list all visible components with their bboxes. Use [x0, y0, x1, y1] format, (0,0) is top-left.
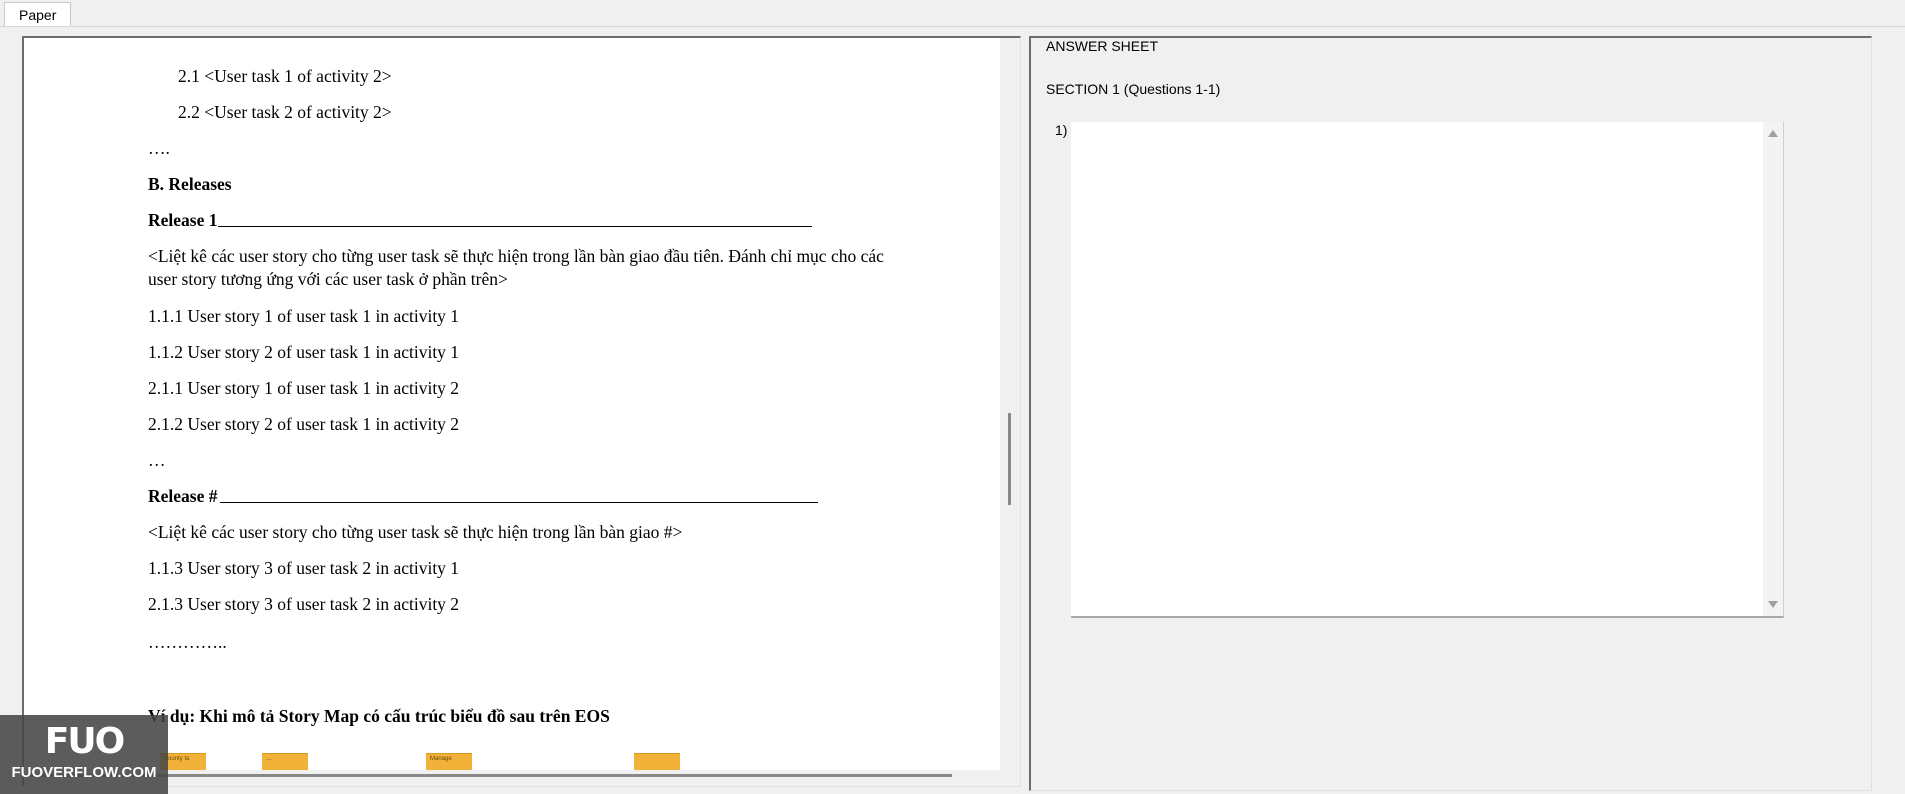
answer-textarea[interactable] [1071, 122, 1784, 618]
doc-line: ………….. [148, 632, 227, 652]
doc-line: user story tương ứng với các user task ở… [148, 269, 508, 289]
watermark-text: FUOVERFLOW.COM [11, 764, 157, 781]
answer-sheet-title: ANSWER SHEET [1046, 38, 1159, 54]
watermark-mark: FUO [44, 721, 125, 762]
release-1-rule [218, 226, 812, 227]
story-map-sticky-note [634, 753, 680, 770]
doc-line: 2.1.1 User story 1 of user task 1 in act… [148, 378, 460, 398]
doc-line: …. [148, 138, 170, 158]
tab-paper[interactable]: Paper [4, 2, 72, 27]
doc-line: 2.1.3 User story 3 of user task 2 in act… [148, 594, 460, 614]
doc-line: 2.1.2 User story 2 of user task 1 in act… [148, 414, 460, 434]
paper-vertical-scrollbar[interactable] [1008, 413, 1011, 505]
section-title: SECTION 1 (Questions 1-1) [1046, 81, 1221, 97]
scroll-down-icon[interactable] [1768, 601, 1778, 608]
doc-line: <Liệt kê các user story cho từng user ta… [148, 522, 683, 542]
question-label: 1) [1055, 122, 1068, 138]
release-hash-heading: Release # [148, 486, 218, 506]
watermark-logo: FUO FUOVERFLOW.COM [0, 715, 168, 794]
story-map-sticky-note: … [262, 753, 308, 770]
doc-line: 2.2 <User task 2 of activity 2> [178, 102, 392, 122]
doc-line: … [148, 450, 166, 470]
release-1-heading: Release 1 [148, 210, 218, 230]
doc-line: 2.1 <User task 1 of activity 2> [178, 66, 392, 86]
doc-line: <Liệt kê các user story cho từng user ta… [148, 246, 884, 266]
doc-line: 1.1.1 User story 1 of user task 1 in act… [148, 306, 460, 326]
release-hash-rule [220, 502, 818, 503]
section-heading-releases: B. Releases [148, 174, 232, 194]
doc-line: 1.1.3 User story 3 of user task 2 in act… [148, 558, 460, 578]
paper-viewport[interactable]: 2.1 <User task 1 of activity 2> 2.2 <Use… [24, 38, 1000, 770]
story-map-sticky-note: Manage [426, 753, 472, 770]
answer-scrollbar[interactable] [1763, 122, 1783, 616]
scroll-up-icon[interactable] [1768, 130, 1778, 137]
answer-sheet-panel: ANSWER SHEET SECTION 1 (Questions 1-1) 1… [1029, 36, 1872, 791]
tab-strip-divider [0, 26, 1905, 27]
example-heading: Ví dụ: Khi mô tả Story Map có cấu trúc b… [148, 706, 610, 726]
paper-panel: 2.1 <User task 1 of activity 2> 2.2 <Use… [22, 36, 1021, 787]
doc-line: 1.1.2 User story 2 of user task 1 in act… [148, 342, 460, 362]
